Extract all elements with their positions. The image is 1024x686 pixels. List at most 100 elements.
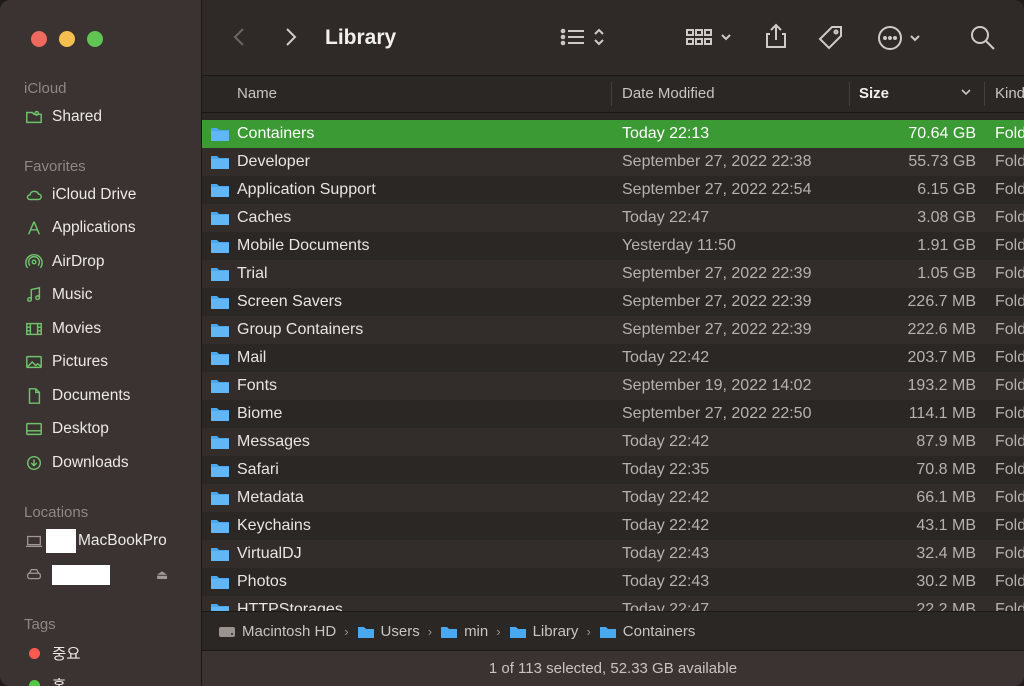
folder-icon bbox=[211, 352, 229, 365]
table-row[interactable]: Application Support September 27, 2022 22… bbox=[202, 176, 1024, 204]
sidebar-item-applications[interactable]: Applications bbox=[24, 215, 136, 241]
home-folder-icon bbox=[441, 626, 458, 638]
share-button[interactable] bbox=[764, 22, 788, 50]
sidebar-item-external-disk[interactable]: ⏏ bbox=[24, 562, 168, 588]
sidebar-item-movies[interactable]: Movies bbox=[24, 316, 101, 342]
sidebar-item-label: Documents bbox=[52, 387, 131, 404]
table-row[interactable]: Keychains Today 22:42 43.1 MB Folder bbox=[202, 512, 1024, 540]
sidebar-section-icloud: iCloud bbox=[24, 80, 67, 97]
table-row[interactable]: Fonts September 19, 2022 14:02 193.2 MB Fol… bbox=[202, 372, 1024, 400]
sidebar-item-icloud-drive[interactable]: iCloud Drive bbox=[24, 182, 136, 208]
folder-icon bbox=[211, 268, 229, 281]
path-item-users[interactable]: Users bbox=[357, 623, 420, 640]
view-options-button[interactable] bbox=[560, 25, 606, 49]
column-divider[interactable] bbox=[611, 82, 612, 106]
table-row[interactable]: Mobile Documents Yesterday 11:50 1.91 GB Fo… bbox=[202, 232, 1024, 260]
folder-icon bbox=[211, 548, 229, 561]
chevron-right-icon: › bbox=[586, 623, 591, 639]
disk-icon bbox=[24, 565, 44, 585]
file-size: 55.73 GB bbox=[908, 153, 976, 170]
sort-chevron-down-icon[interactable] bbox=[959, 84, 973, 104]
ellipsis-circle-icon bbox=[878, 26, 902, 50]
back-button[interactable] bbox=[232, 26, 246, 48]
folder-icon bbox=[211, 240, 229, 253]
path-item-macintosh-hd[interactable]: Macintosh HD bbox=[218, 623, 336, 640]
file-size: 1.05 GB bbox=[917, 265, 976, 282]
table-row[interactable]: Caches Today 22:47 3.08 GB Folder bbox=[202, 204, 1024, 232]
sidebar-item-shared[interactable]: Shared bbox=[24, 104, 102, 130]
file-name: Safari bbox=[237, 461, 279, 478]
file-date: Today 22:47 bbox=[622, 601, 710, 611]
column-date-modified[interactable]: Date Modified bbox=[622, 85, 715, 102]
sidebar-item-pictures[interactable]: Pictures bbox=[24, 349, 108, 375]
sidebar-item-downloads[interactable]: Downloads bbox=[24, 450, 129, 476]
table-row[interactable]: Screen Savers September 27, 2022 22:39 226… bbox=[202, 288, 1024, 316]
sidebar-item-tag-red[interactable]: 중요 bbox=[24, 640, 81, 666]
file-kind: Folder bbox=[995, 153, 1024, 170]
sidebar-item-documents[interactable]: Documents bbox=[24, 383, 130, 409]
more-actions-button[interactable] bbox=[876, 24, 922, 52]
table-row[interactable]: VirtualDJ Today 22:43 32.4 MB Folder bbox=[202, 540, 1024, 568]
folder-icon bbox=[211, 520, 229, 533]
table-row[interactable]: Trial September 27, 2022 22:39 1.05 GB Fold… bbox=[202, 260, 1024, 288]
table-row[interactable]: Developer September 27, 2022 22:38 55.73 G… bbox=[202, 148, 1024, 176]
file-kind: Folder bbox=[995, 181, 1024, 198]
sidebar-item-label: Music bbox=[52, 286, 93, 303]
table-row[interactable]: Messages Today 22:42 87.9 MB Folder bbox=[202, 428, 1024, 456]
file-name: HTTPStorages bbox=[237, 601, 343, 611]
path-item-label: Containers bbox=[622, 622, 696, 640]
chevron-right-icon: › bbox=[344, 623, 349, 639]
path-item-min[interactable]: min bbox=[440, 623, 488, 640]
sidebar-item-airdrop[interactable]: AirDrop bbox=[24, 249, 105, 275]
forward-button[interactable] bbox=[284, 26, 298, 48]
close-button[interactable] bbox=[31, 31, 47, 47]
file-kind: Folder bbox=[995, 377, 1024, 394]
chevron-right-icon: › bbox=[427, 623, 433, 639]
sidebar-item-label: iCloud Drive bbox=[52, 186, 137, 203]
column-kind[interactable]: Kind bbox=[995, 85, 1024, 102]
path-item-label: Users bbox=[380, 622, 420, 640]
eject-icon[interactable]: ⏏ bbox=[156, 567, 168, 583]
tags-button[interactable] bbox=[817, 24, 845, 52]
file-name: Trial bbox=[237, 265, 268, 282]
file-date: September 27, 2022 22:54 bbox=[622, 181, 812, 198]
group-button[interactable] bbox=[685, 25, 733, 49]
column-size[interactable]: Size bbox=[859, 85, 889, 102]
file-date: Today 22:47 bbox=[622, 209, 710, 226]
table-row[interactable]: Containers Today 22:13 70.64 GB Folder bbox=[202, 120, 1024, 148]
file-kind: Folder bbox=[995, 265, 1024, 282]
path-item-library[interactable]: Library bbox=[509, 623, 578, 640]
file-date: Today 22:35 bbox=[622, 461, 710, 478]
file-kind: Folder bbox=[995, 573, 1024, 590]
table-row[interactable]: HTTPStorages Today 22:47 22.2 MB Folder bbox=[202, 596, 1024, 611]
sidebar-item-tag-green[interactable]: 홈 bbox=[24, 672, 66, 686]
table-row[interactable]: Safari Today 22:35 70.8 MB Folder bbox=[202, 456, 1024, 484]
chevron-down-icon bbox=[910, 35, 920, 42]
folder-icon bbox=[211, 156, 229, 169]
search-button[interactable] bbox=[970, 25, 996, 51]
table-row[interactable]: Mail Today 22:42 203.7 MB Folder bbox=[202, 344, 1024, 372]
file-kind: Folder bbox=[995, 405, 1024, 422]
path-item-containers[interactable]: Containers bbox=[599, 622, 696, 640]
table-row[interactable]: Photos Today 22:43 30.2 MB Folder bbox=[202, 568, 1024, 596]
sidebar-item-music[interactable]: Music bbox=[24, 282, 92, 308]
minimize-button[interactable] bbox=[59, 31, 75, 47]
sidebar-section-favorites: Favorites bbox=[24, 158, 86, 175]
file-size: 22.2 MB bbox=[916, 601, 976, 611]
column-name[interactable]: Name bbox=[237, 85, 277, 102]
file-size: 226.7 MB bbox=[907, 293, 976, 310]
column-divider[interactable] bbox=[984, 82, 985, 106]
file-date: Today 22:42 bbox=[622, 349, 710, 366]
tag-icon bbox=[818, 26, 842, 50]
sidebar-item-desktop[interactable]: Desktop bbox=[24, 416, 109, 442]
column-divider[interactable] bbox=[849, 82, 850, 106]
grid-icon bbox=[686, 29, 712, 45]
table-row[interactable]: Biome September 27, 2022 22:50 114.1 MB Fol… bbox=[202, 400, 1024, 428]
file-size: 222.6 MB bbox=[907, 321, 976, 338]
window-controls bbox=[31, 31, 103, 47]
sidebar-item-macbookpro[interactable]: MacBookPro bbox=[24, 528, 167, 554]
table-row[interactable]: Metadata Today 22:42 66.1 MB Folder bbox=[202, 484, 1024, 512]
window-title: Library bbox=[325, 26, 397, 49]
table-row[interactable]: Group Containers September 27, 2022 22:39… bbox=[202, 316, 1024, 344]
zoom-button[interactable] bbox=[87, 31, 103, 47]
